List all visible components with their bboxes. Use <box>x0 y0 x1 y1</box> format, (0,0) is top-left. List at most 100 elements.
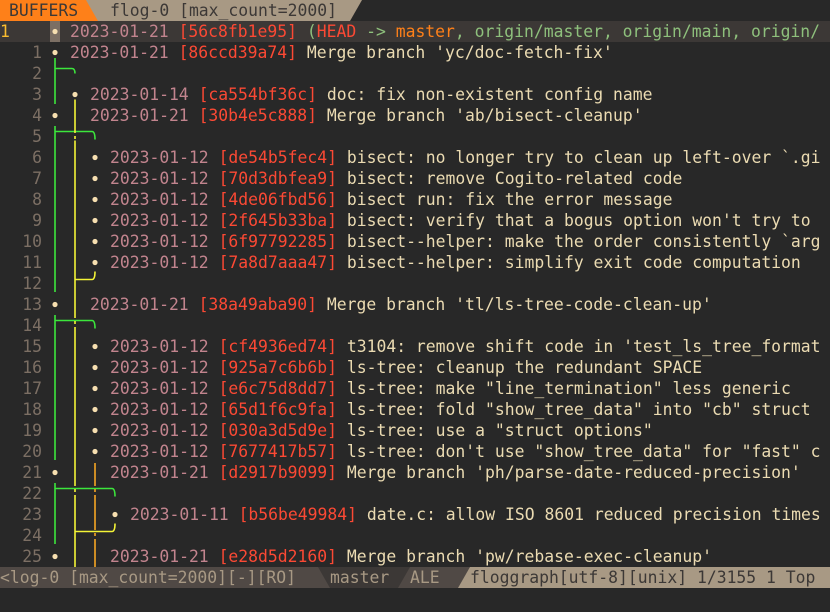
statusline: <log-0 [max_count=2000][-][RO] master AL… <box>0 567 830 588</box>
line-number: 24 <box>22 526 42 545</box>
commit-message: Merge branch 'ab/bisect-cleanup' <box>326 106 643 125</box>
tab-active-buffer[interactable]: flog-0 [max_count=2000] <box>86 0 350 21</box>
commit-date: 2023-01-12 <box>110 379 209 398</box>
commit-hash[interactable]: [d2917b9099] <box>219 463 337 482</box>
log-line[interactable]: 9 2023-01-12 [2f645b33ba] bisect: verify … <box>0 210 830 231</box>
commit-date: 2023-01-12 <box>110 337 209 356</box>
line-number: 7 <box>32 169 42 188</box>
log-line-current[interactable]: 1 2023-01-21 [56c8fb1e95] (HEAD -> master… <box>0 21 830 42</box>
commit-date: 2023-01-12 <box>110 211 209 230</box>
line-number: 23 <box>22 505 42 524</box>
log-line[interactable]: 10 2023-01-12 [6f97792285] bisect--helper… <box>0 231 830 252</box>
line-number: 19 <box>22 421 42 440</box>
line-number: 11 <box>22 253 42 272</box>
commit-entry: 2023-01-12 [925a7c6b6b] ls-tree: cleanup… <box>110 357 702 378</box>
line-number: 21 <box>22 463 42 482</box>
commit-hash[interactable]: [4de06fbd56] <box>219 190 337 209</box>
commit-entry: 2023-01-12 [cf4936ed74] t3104: remove sh… <box>110 336 821 357</box>
commit-hash[interactable]: [de54b5fec4] <box>219 148 337 167</box>
log-line[interactable]: 3 2023-01-14 [ca554bf36c] doc: fix non-ex… <box>0 84 830 105</box>
commit-hash[interactable]: [ca554bf36c] <box>199 85 317 104</box>
commit-message: ls-tree: make "line_termination" less ge… <box>346 379 791 398</box>
commit-entry: 2023-01-11 [b56be49984] date.c: allow IS… <box>130 504 821 525</box>
log-line[interactable]: 19 2023-01-12 [030a3d5d9e] ls-tree: use a… <box>0 420 830 441</box>
log-line[interactable]: 22 <box>0 483 830 504</box>
commit-entry: 2023-01-21 [30b4e5c888] Merge branch 'ab… <box>90 105 643 126</box>
commit-date: 2023-01-21 <box>70 43 169 62</box>
commit-hash[interactable]: [e28d5d2160] <box>219 547 337 566</box>
log-line[interactable]: 1 2023-01-21 [86ccd39a74] Merge branch 'y… <box>0 42 830 63</box>
log-line[interactable]: 25 2023-01-21 [e28d5d2160] Merge branch '… <box>0 546 830 567</box>
ref-open-paren: ( <box>306 22 317 41</box>
commit-date: 2023-01-21 <box>90 295 189 314</box>
commit-date: 2023-01-12 <box>110 400 209 419</box>
commit-hash[interactable]: [7677417b57] <box>219 442 337 461</box>
line-number: 6 <box>32 148 42 167</box>
log-line[interactable]: 15 2023-01-12 [cf4936ed74] t3104: remove … <box>0 336 830 357</box>
commit-entry: 2023-01-12 [7677417b57] ls-tree: don't u… <box>110 441 821 462</box>
commit-hash[interactable]: [86ccd39a74] <box>179 43 297 62</box>
line-number: 2 <box>32 64 42 83</box>
commit-message: Merge branch 'pw/rebase-exec-cleanup' <box>346 547 712 566</box>
ref-branch: master <box>395 22 455 41</box>
commit-hash[interactable]: [65d1f6c9fa] <box>219 400 337 419</box>
commit-hash[interactable]: [e6c75d8dd7] <box>219 379 337 398</box>
commit-message: date.c: allow ISO 8601 reduced precision… <box>366 505 821 524</box>
log-line[interactable]: 8 2023-01-12 [4de06fbd56] bisect run: fix… <box>0 189 830 210</box>
commit-entry: 2023-01-12 [6f97792285] bisect--helper: … <box>110 231 821 252</box>
commit-date: 2023-01-12 <box>110 358 209 377</box>
line-number: 14 <box>22 316 42 335</box>
commit-message: ls-tree: use a "struct options" <box>346 421 653 440</box>
commit-hash[interactable]: [030a3d5d9e] <box>219 421 337 440</box>
line-number: 4 <box>32 106 42 125</box>
command-line[interactable] <box>0 588 830 612</box>
commit-hash[interactable]: [7a8d7aaa47] <box>219 253 337 272</box>
log-line[interactable]: 23 2023-01-11 [b56be49984] date.c: allow … <box>0 504 830 525</box>
ref-arrow: -> <box>356 22 396 41</box>
commit-hash[interactable]: [56c8fb1e95] <box>179 22 297 41</box>
commit-date: 2023-01-12 <box>110 232 209 251</box>
log-line[interactable]: 5 <box>0 126 830 147</box>
log-line[interactable]: 2 <box>0 63 830 84</box>
line-number: 18 <box>22 400 42 419</box>
commit-hash[interactable]: [2f645b33ba] <box>219 211 337 230</box>
line-number: 1 <box>0 22 10 41</box>
commit-entry: 2023-01-21 [d2917b9099] Merge branch 'ph… <box>110 462 801 483</box>
buffers-label[interactable]: BUFFERS <box>0 0 86 21</box>
commit-entry: 2023-01-12 [4de06fbd56] bisect run: fix … <box>110 189 673 210</box>
log-line[interactable]: 4 2023-01-21 [30b4e5c888] Merge branch 'a… <box>0 105 830 126</box>
log-line[interactable]: 12 <box>0 273 830 294</box>
commit-date: 2023-01-12 <box>110 148 209 167</box>
commit-hash[interactable]: [38a49aba90] <box>199 295 317 314</box>
commit-hash[interactable]: [cf4936ed74] <box>219 337 337 356</box>
log-line[interactable]: 18 2023-01-12 [65d1f6c9fa] ls-tree: fold … <box>0 399 830 420</box>
log-line[interactable]: 11 2023-01-12 [7a8d7aaa47] bisect--helper… <box>0 252 830 273</box>
commit-hash[interactable]: [30b4e5c888] <box>199 106 317 125</box>
log-line[interactable]: 6 2023-01-12 [de54b5fec4] bisect: no long… <box>0 147 830 168</box>
line-number: 8 <box>32 190 42 209</box>
commit-entry: 2023-01-14 [ca554bf36c] doc: fix non-exi… <box>90 84 653 105</box>
log-line[interactable]: 20 2023-01-12 [7677417b57] ls-tree: don't… <box>0 441 830 462</box>
log-line[interactable]: 24 <box>0 525 830 546</box>
commit-hash[interactable]: [6f97792285] <box>219 232 337 251</box>
commit-message: ls-tree: fold "show_tree_data" into "cb"… <box>346 400 811 419</box>
log-line[interactable]: 7 2023-01-12 [70d3dbfea9] bisect: remove … <box>0 168 830 189</box>
log-line[interactable]: 16 2023-01-12 [925a7c6b6b] ls-tree: clean… <box>0 357 830 378</box>
commit-hash[interactable]: [925a7c6b6b] <box>219 358 337 377</box>
commit-hash[interactable]: [b56be49984] <box>239 505 357 524</box>
log-line[interactable]: 17 2023-01-12 [e6c75d8dd7] ls-tree: make … <box>0 378 830 399</box>
commit-message: ls-tree: don't use "show_tree_data" for … <box>346 442 821 461</box>
commit-message: bisect: no longer try to clean up left-o… <box>346 148 821 167</box>
commit-message: t3104: remove shift code in 'test_ls_tre… <box>346 337 821 356</box>
commit-entry: 2023-01-21 [56c8fb1e95] (HEAD -> master,… <box>70 21 820 42</box>
commit-date: 2023-01-12 <box>110 253 209 272</box>
commit-message: bisect--helper: simplify exit code compu… <box>346 253 801 272</box>
log-line[interactable]: 14 <box>0 315 830 336</box>
log-line[interactable]: 21 2023-01-21 [d2917b9099] Merge branch '… <box>0 462 830 483</box>
commit-entry: 2023-01-21 [e28d5d2160] Merge branch 'pw… <box>110 546 712 567</box>
commit-date: 2023-01-12 <box>110 421 209 440</box>
commit-refs: (HEAD -> master, origin/master, origin/m… <box>307 22 820 41</box>
log-line[interactable]: 13 2023-01-21 [38a49aba90] Merge branch '… <box>0 294 830 315</box>
commit-hash[interactable]: [70d3dbfea9] <box>219 169 337 188</box>
commit-message: bisect--helper: make the order consisten… <box>346 232 821 251</box>
